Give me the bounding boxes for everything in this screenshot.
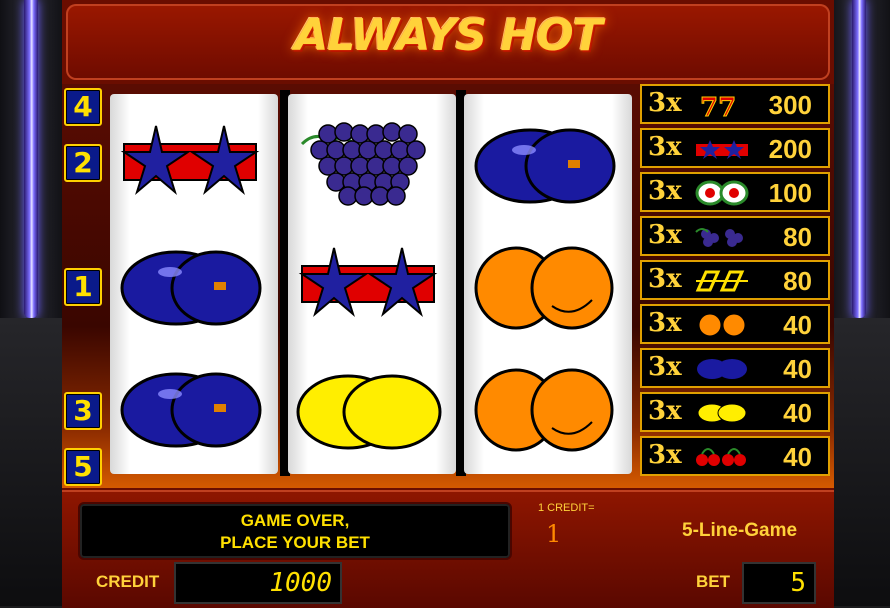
paytable-row: 3x 80 [640,260,830,300]
line-indicator-4[interactable]: 4 [64,88,102,126]
paytable-payout: 200 [768,134,812,164]
title-panel: ALWAYS HOT [66,4,830,80]
bet-display[interactable]: 5 [742,562,816,604]
star-icon [696,140,748,159]
lemon-icon [697,403,747,423]
left-cabinet-base [0,318,62,606]
paytable-multiplier: 3x [648,88,682,118]
paytable-multiplier: 3x [648,264,682,294]
paytable-row: 3x 40 [640,304,830,344]
paytable-row: 3x 100 [640,172,830,212]
bet-value: 5 [790,568,806,598]
paytable-payout: 40 [783,310,812,340]
paytable-payout: 80 [783,222,812,252]
credit-value: 1000 [269,568,332,598]
game-title: ALWAYS HOT [294,10,602,61]
credit-display: 1000 [174,562,342,604]
paytable-payout: 40 [783,398,812,428]
grape-icon [695,228,743,247]
message-line-1: GAME OVER, [240,511,350,530]
paytable-row: 3x 200 [640,128,830,168]
left-cabinet-side [0,0,62,606]
svg-text:77: 77 [700,93,736,118]
paytable-payout: 100 [768,178,812,208]
credit-denomination-value: 1 [546,520,562,548]
reel-3 [464,94,632,474]
credit-denomination-label: 1 CREDIT= [538,502,595,514]
orange-symbol [464,226,632,346]
message-line-2: PLACE YOUR BET [220,533,370,552]
game-type-label: 5-Line-Game [682,520,798,541]
right-cabinet-side [828,0,890,606]
line-indicator-5[interactable]: 5 [64,448,102,486]
star-symbol [288,226,456,346]
paytable-row: 3x 40 [640,392,830,432]
paytable-row: 3x 40 [640,348,830,388]
right-cabinet-base [828,318,890,606]
plum-icon [697,359,747,379]
slot-machine: ALWAYS HOT 4 2 1 3 5 3x 77 300 3x 200 3x 100 3x… [62,0,834,608]
paytable-row: 3x 40 [640,436,830,476]
paytable: 3x 77 300 3x 200 3x 100 3x 80 3x 80 3x 40 3x 40 3x 40 3x 4… [640,84,830,480]
paytable-multiplier: 3x [648,308,682,338]
cherry-icon [696,448,746,466]
plum-symbol [110,226,278,346]
plum-symbol [110,348,278,468]
left-neon-light [24,0,38,318]
paytable-payout: 80 [783,266,812,296]
paytable-multiplier: 3x [648,220,682,250]
control-panel: GAME OVER, PLACE YOUR BET 1 CREDIT= 1 5-… [62,490,834,608]
paytable-multiplier: 3x [648,396,682,426]
paytable-multiplier: 3x [648,132,682,162]
star-symbol [110,104,278,224]
paytable-payout: 40 [783,442,812,472]
orange-icon [698,313,746,337]
grape-symbol [288,104,456,224]
plum-symbol [464,104,632,224]
melon-icon [695,180,749,206]
paytable-multiplier: 3x [648,440,682,470]
orange-symbol [464,348,632,468]
message-display: GAME OVER, PLACE YOUR BET [78,502,512,560]
paytable-payout: 40 [783,354,812,384]
paytable-payout: 300 [768,90,812,120]
paytable-row: 3x 80 [640,216,830,256]
reel-2 [288,94,456,474]
line-indicator-3[interactable]: 3 [64,392,102,430]
bar-icon [695,270,748,292]
paytable-multiplier: 3x [648,176,682,206]
paytable-multiplier: 3x [648,352,682,382]
bet-label: BET [696,572,730,591]
right-neon-light [852,0,866,318]
seven-icon: 77 [700,93,737,119]
lemon-symbol [288,348,456,468]
reel-1 [110,94,278,474]
line-indicator-1[interactable]: 1 [64,268,102,306]
credit-label: CREDIT [96,572,160,591]
line-indicator-2[interactable]: 2 [64,144,102,182]
paytable-row: 3x 77 300 [640,84,830,124]
